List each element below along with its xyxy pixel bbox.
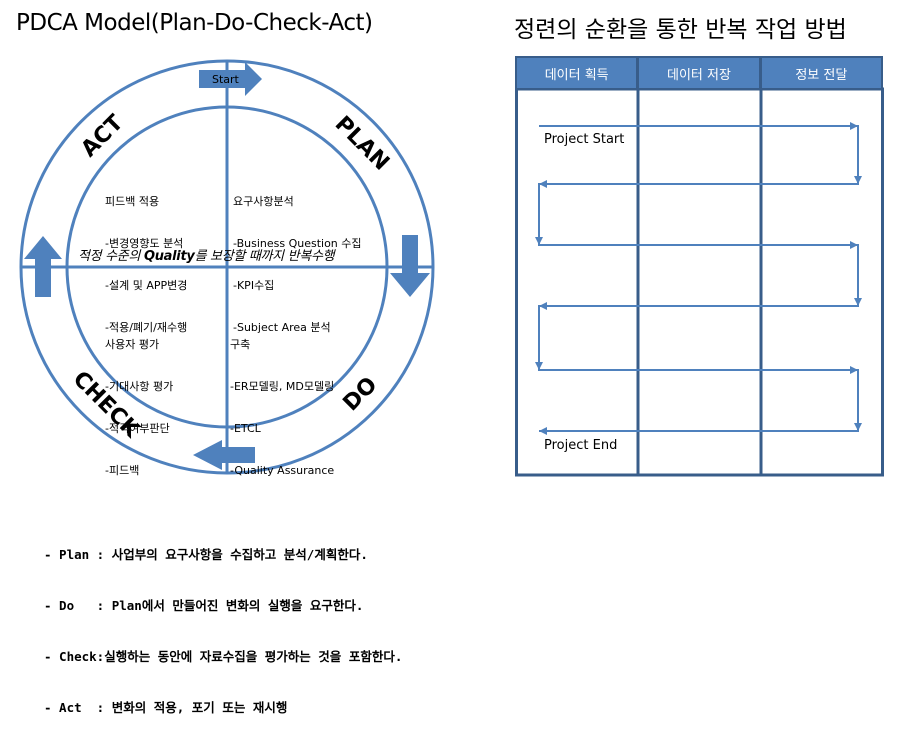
column-header: 데이터 획득 bbox=[517, 58, 640, 88]
legend-item-do: - Do : Plan에서 만들어진 변화의 실행을 요구한다. bbox=[44, 598, 364, 613]
check-item: 사용자 평가 bbox=[105, 338, 160, 351]
do-item: -ETCL bbox=[230, 422, 261, 435]
column-header: 정보 전달 bbox=[795, 67, 848, 83]
act-item: -변경영향도 분석 bbox=[105, 237, 184, 250]
do-item: 구축 bbox=[230, 338, 251, 351]
project-end-label: Project End bbox=[544, 438, 618, 453]
check-quadrant: 사용자 평가 -기대사항 평가 -적격여부판단 -피드백 bbox=[105, 310, 173, 492]
do-item: -ER모델링, MD모델링 bbox=[230, 380, 335, 393]
do-quadrant: 구축 -ER모델링, MD모델링 -ETCL -Quality Assuranc… bbox=[230, 310, 334, 492]
plan-item: 요구사항분석 bbox=[233, 195, 294, 208]
check-item: -적격여부판단 bbox=[105, 422, 170, 435]
iteration-table: 데이터 획득 데이터 저장 정보 전달 Project Start Projec… bbox=[515, 56, 884, 477]
do-item: -Quality Assurance bbox=[230, 464, 335, 477]
start-label: Start bbox=[212, 73, 240, 86]
phase-label-plan: PLAN bbox=[330, 112, 394, 176]
iteration-title: 정련의 순환을 통한 반복 작업 방법 bbox=[514, 17, 847, 43]
project-start-label: Project Start bbox=[544, 132, 625, 147]
legend-item-plan: - Plan : 사업부의 요구사항을 수집하고 분석/계획한다. bbox=[44, 547, 368, 562]
iteration-flow bbox=[515, 56, 884, 477]
act-item: 피드백 적용 bbox=[105, 195, 160, 208]
plan-item: -KPI수집 bbox=[233, 279, 275, 292]
plan-item: -Business Question 수집 bbox=[233, 237, 362, 250]
column-header: 데이터 저장 bbox=[639, 58, 762, 88]
pdca-title: PDCA Model(Plan-Do-Check-Act) bbox=[16, 10, 373, 36]
legend-item-act: - Act : 변화의 적용, 포기 또는 재시행 bbox=[44, 700, 288, 715]
act-item: -설계 및 APP변경 bbox=[105, 279, 188, 292]
check-item: -기대사항 평가 bbox=[105, 380, 174, 393]
pdca-legend: - Plan : 사업부의 요구사항을 수집하고 분석/계획한다. - Do :… bbox=[44, 512, 402, 733]
check-item: -피드백 bbox=[105, 464, 140, 477]
legend-item-check: - Check:실행하는 동안에 자료수집을 평가하는 것을 포함한다. bbox=[44, 649, 403, 664]
table-header: 데이터 획득 데이터 저장 정보 전달 bbox=[515, 56, 883, 90]
